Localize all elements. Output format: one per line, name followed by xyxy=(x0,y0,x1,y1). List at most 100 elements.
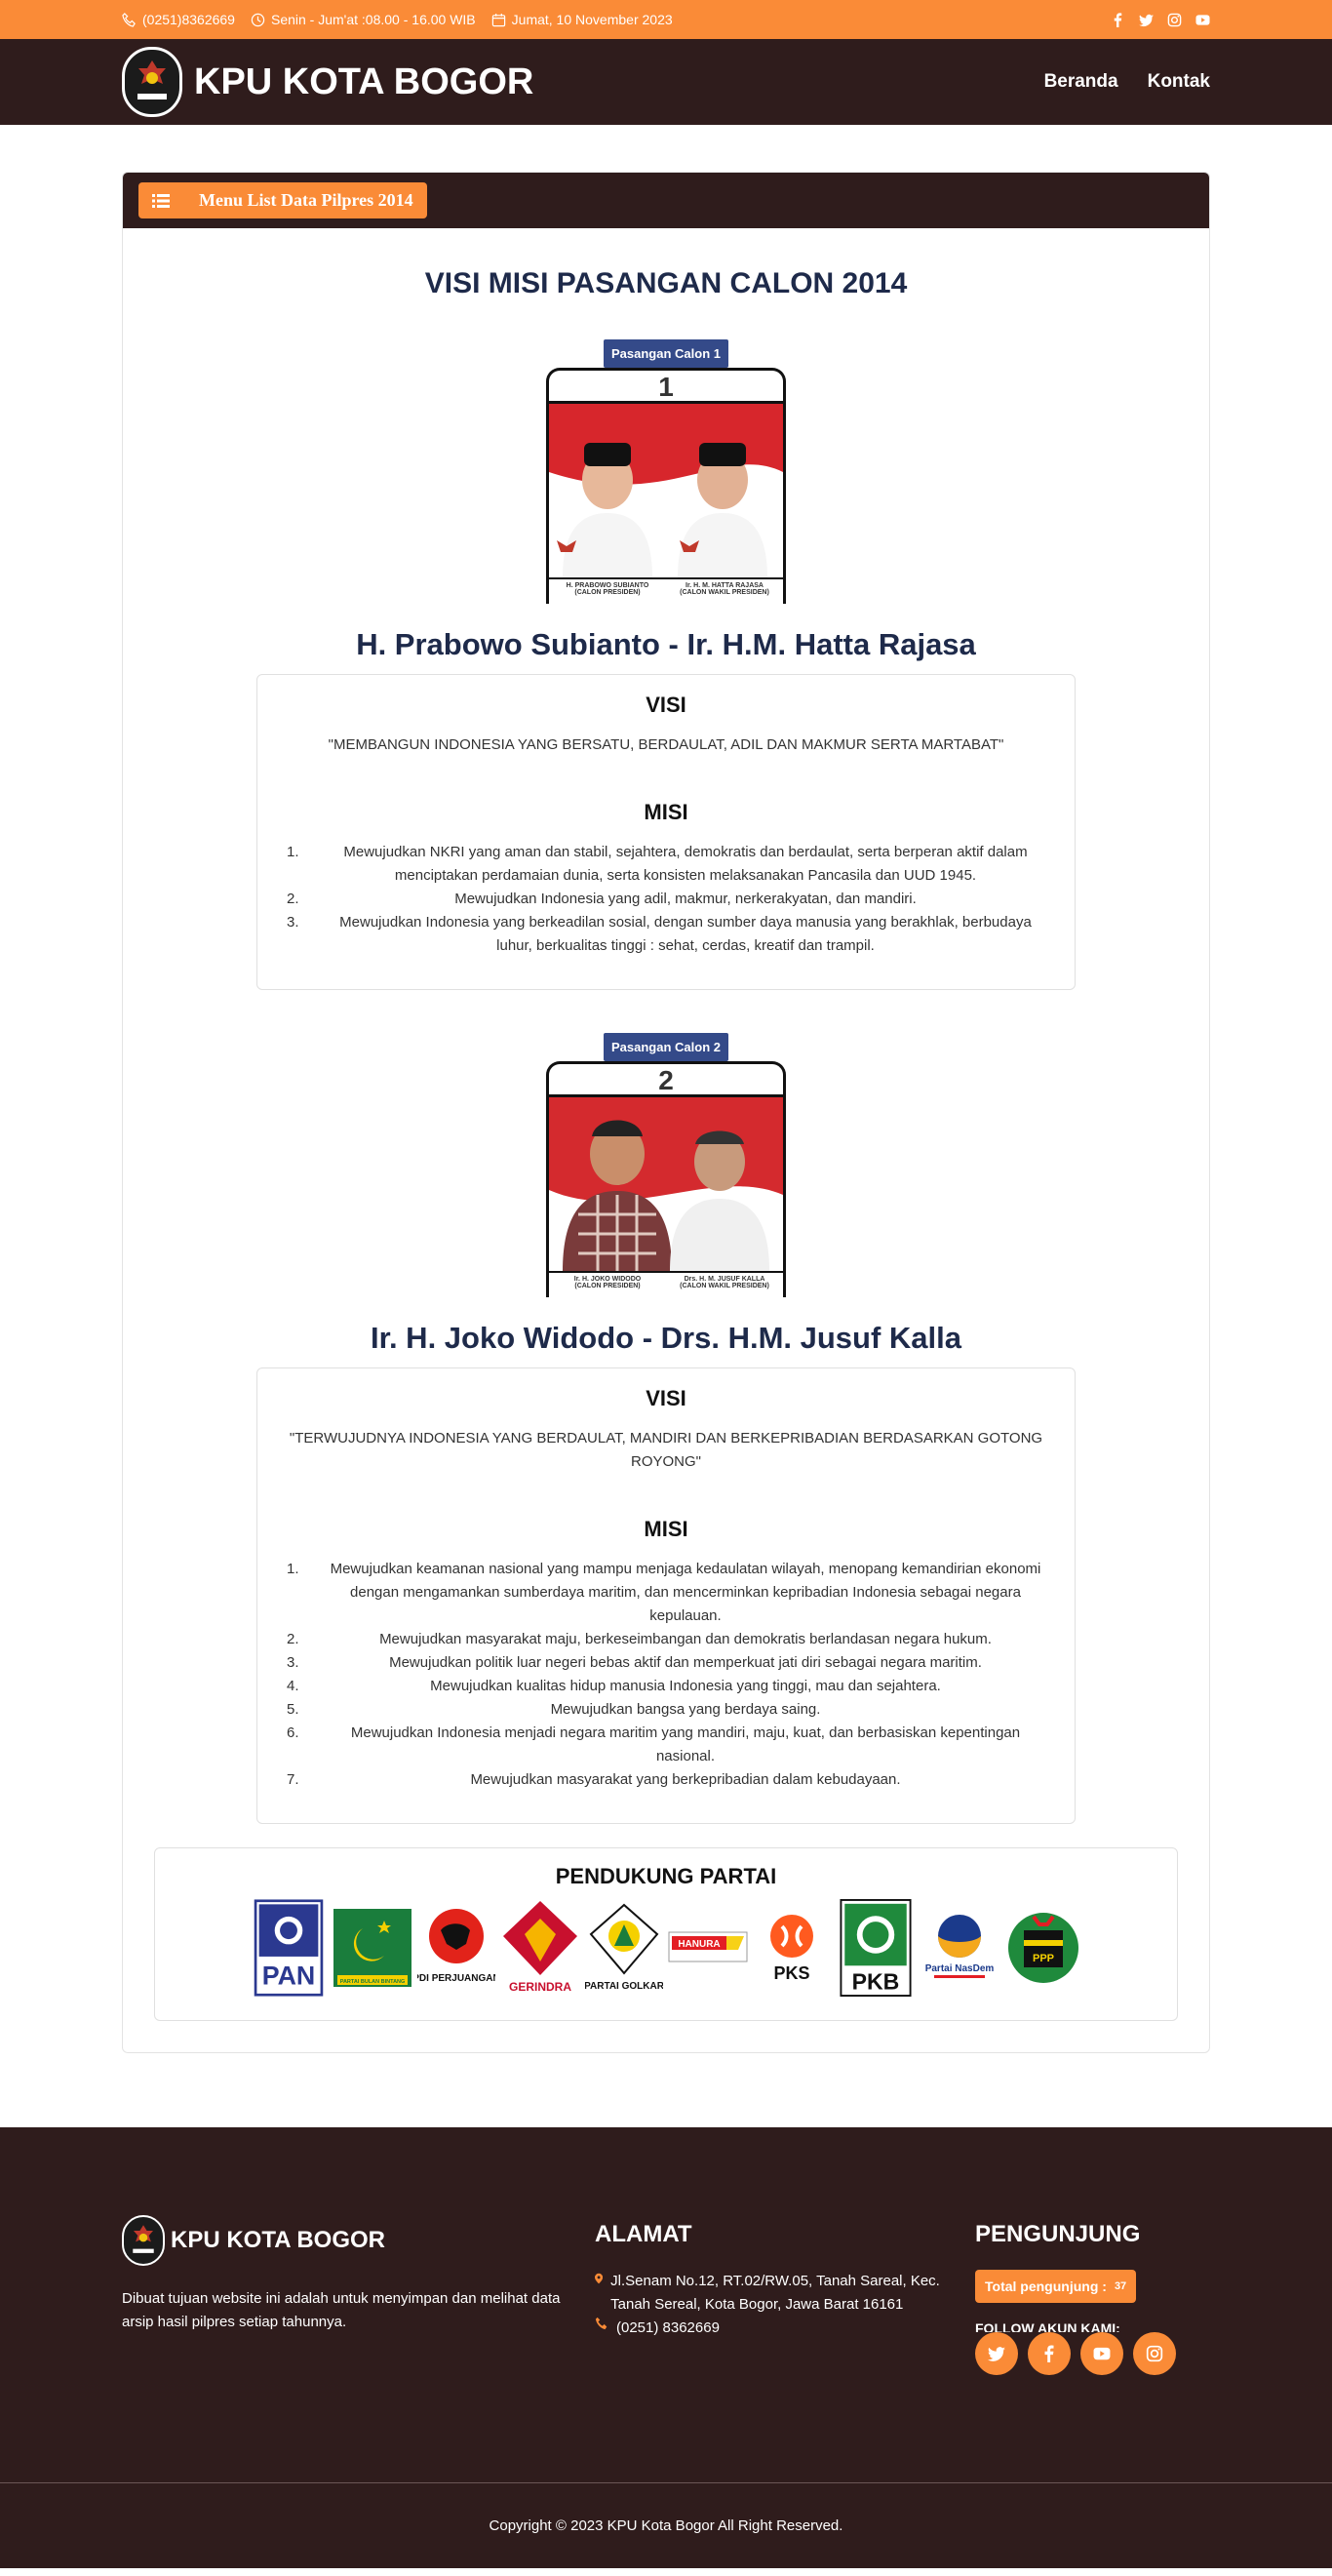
instagram-icon[interactable] xyxy=(1167,13,1182,27)
footer-brand-name: KPU KOTA BOGOR xyxy=(171,2227,385,2253)
ballot-left-name: Ir. H. JOKO WIDODO xyxy=(573,1276,642,1283)
pan-logo: PAN xyxy=(250,1899,328,1997)
top-bar: (0251)8362669 Senin - Jum'at :08.00 - 16… xyxy=(0,0,1332,39)
party-label: PARTAI GOLKAR xyxy=(585,1981,663,1992)
navbar: KPU KOTA BOGOR Beranda Kontak xyxy=(0,39,1332,125)
party-label: PDI PERJUANGAN xyxy=(417,1973,495,1984)
party-label: PKB xyxy=(852,1968,900,1994)
twitter-icon[interactable] xyxy=(1139,13,1154,27)
ballot-right-sub: (CALON WAKIL PRESIDEN) xyxy=(680,589,769,596)
footer-visitors: PENGUNJUNG Total pengunjung : 37 FOLLOW … xyxy=(975,2215,1210,2375)
content-panel: Menu List Data Pilpres 2014 VISI MISI PA… xyxy=(122,172,1210,2053)
party-label: PKS xyxy=(773,1963,809,1983)
visi-misi-card: VISI "MEMBANGUN INDONESIA YANG BERSATU, … xyxy=(256,674,1076,990)
nav-kontak[interactable]: Kontak xyxy=(1148,71,1210,93)
list-item: 3. Mewujudkan politik luar negeri bebas a… xyxy=(287,1654,982,1671)
pbb-logo: PARTAI BULAN BINTANG xyxy=(333,1899,411,1997)
nav-beranda[interactable]: Beranda xyxy=(1044,71,1118,93)
ballot-left-sub: (CALON PRESIDEN) xyxy=(574,589,641,596)
list-item: 2. Mewujudkan Indonesia yang adil, makmur… xyxy=(287,891,917,907)
footer-about: KPU KOTA BOGOR Dibuat tujuan website ini… xyxy=(122,2215,595,2375)
list-item: 5. Mewujudkan bangsa yang berdaya saing. xyxy=(287,1701,821,1718)
ballot-photo: 2 Ir. H. JOKO WIDODO (CALON PRESIDEN) Dr… xyxy=(546,1061,786,1297)
follow-label: FOLLOW AKUN KAMI: xyxy=(975,2320,1120,2332)
pdip-logo: PDI PERJUANGAN xyxy=(417,1899,495,1997)
party-logos: PAN PARTAI BULAN BINTANG PDI PERJUANGAN … xyxy=(175,1899,1157,1997)
ballot-names: Ir. H. JOKO WIDODO (CALON PRESIDEN) Drs. … xyxy=(549,1271,783,1294)
footer-brand[interactable]: KPU KOTA BOGOR xyxy=(122,2215,595,2266)
candidate-photo xyxy=(549,404,783,577)
panel-header: Menu List Data Pilpres 2014 xyxy=(123,173,1209,228)
party-label: PPP xyxy=(1033,1953,1054,1964)
contact-phone: (0251)8362669 xyxy=(142,12,235,27)
visitor-counter: Total pengunjung : 37 xyxy=(975,2270,1137,2303)
ballot-photo: 1 H. PRABOWO SUBIANTO (CALON PRESIDEN) I… xyxy=(546,368,786,604)
candidate-badge: Pasangan Calon 1 xyxy=(604,339,728,368)
candidate-photo xyxy=(549,1097,783,1271)
ballot-number: 1 xyxy=(549,371,783,404)
facebook-icon[interactable] xyxy=(1028,2332,1071,2375)
hanura-logo: HANURA xyxy=(668,1899,748,1997)
list-item: 7. Mewujudkan masyarakat yang berkepribad… xyxy=(287,1771,901,1788)
visitor-title: PENGUNJUNG xyxy=(975,2221,1141,2247)
panel-body: VISI MISI PASANGAN CALON 2014 Pasangan C… xyxy=(123,228,1209,2052)
address-title: ALAMAT xyxy=(595,2221,692,2247)
list-item: 1. Mewujudkan keamanan nasional yang mamp… xyxy=(287,1561,1041,1624)
location-pin-icon xyxy=(595,2273,604,2284)
pkb-logo: PKB xyxy=(837,1899,915,1997)
footer: KPU KOTA BOGOR Dibuat tujuan website ini… xyxy=(0,2127,1332,2568)
party-label: HANURA xyxy=(678,1939,720,1950)
ballot-right-sub: (CALON WAKIL PRESIDEN) xyxy=(680,1283,769,1289)
visi-misi-card: VISI "TERWUJUDNYA INDONESIA YANG BERDAUL… xyxy=(256,1367,1076,1824)
phone-icon xyxy=(122,12,136,27)
visi-text: "MEMBANGUN INDONESIA YANG BERSATU, BERDA… xyxy=(328,736,1004,753)
ballot-right-name: Drs. H. M. JUSUF KALLA xyxy=(684,1276,765,1283)
list-item: 2. Mewujudkan masyarakat maju, berkeseimb… xyxy=(287,1631,992,1647)
misi-heading: MISI xyxy=(644,1517,688,1541)
footer-socials xyxy=(975,2332,1210,2375)
instagram-icon[interactable] xyxy=(1133,2332,1176,2375)
misi-list: 1. Mewujudkan keamanan nasional yang mamp… xyxy=(287,1558,1045,1792)
page-title: VISI MISI PASANGAN CALON 2014 xyxy=(424,267,908,299)
nasdem-logo: Partai NasDem xyxy=(921,1899,999,1997)
golkar-logo: PARTAI GOLKAR xyxy=(585,1899,663,1997)
list-item: 1. Mewujudkan NKRI yang aman dan stabil, … xyxy=(287,844,1028,884)
footer-address: ALAMAT Jl.Senam No.12, RT.02/RW.05, Tana… xyxy=(595,2215,975,2375)
address-text: Jl.Senam No.12, RT.02/RW.05, Tanah Sarea… xyxy=(610,2273,940,2313)
misi-heading: MISI xyxy=(644,800,688,824)
party-label: Partai NasDem xyxy=(925,1963,995,1974)
footer-description: Dibuat tujuan website ini adalah untuk m… xyxy=(122,2290,561,2330)
footer-phone: (0251) 8362669 xyxy=(616,2319,720,2336)
candidate-1: Pasangan Calon 1 1 H. PRABOWO SUBIANTO (… xyxy=(154,339,1178,990)
twitter-icon[interactable] xyxy=(975,2332,1018,2375)
kpu-logo xyxy=(122,47,182,117)
misi-list: 1. Mewujudkan NKRI yang aman dan stabil, … xyxy=(287,841,1045,958)
copyright-bar: Copyright © 2023 KPU Kota Bogor All Righ… xyxy=(0,2482,1332,2568)
visi-heading: VISI xyxy=(646,693,686,717)
party-label: PARTAI BULAN BINTANG xyxy=(340,1979,406,1985)
kpu-logo xyxy=(122,2215,165,2266)
calendar-icon xyxy=(491,13,505,26)
office-hours: Senin - Jum'at :08.00 - 16.00 WIB xyxy=(270,12,476,27)
candidate-badge: Pasangan Calon 2 xyxy=(604,1033,728,1061)
youtube-icon[interactable] xyxy=(1080,2332,1123,2375)
list-icon xyxy=(152,193,170,208)
candidate-name: H. Prabowo Subianto - Ir. H.M. Hatta Raj… xyxy=(356,627,976,661)
brand-name: KPU KOTA BOGOR xyxy=(194,60,534,102)
visi-heading: VISI xyxy=(646,1386,686,1410)
candidate-2: Pasangan Calon 2 2 Ir. H. JOKO WIDODO (C… xyxy=(154,1033,1178,1824)
ballot-names: H. PRABOWO SUBIANTO (CALON PRESIDEN) Ir. … xyxy=(549,577,783,601)
facebook-icon[interactable] xyxy=(1111,12,1125,27)
ppp-logo: PPP xyxy=(1004,1899,1082,1997)
site-brand[interactable]: KPU KOTA BOGOR xyxy=(122,47,533,117)
current-date: Jumat, 10 November 2023 xyxy=(511,12,673,27)
menu-list-button[interactable]: Menu List Data Pilpres 2014 xyxy=(138,182,427,218)
menu-list-label: Menu List Data Pilpres 2014 xyxy=(199,190,413,210)
list-item: 6. Mewujudkan Indonesia menjadi negara ma… xyxy=(287,1724,1021,1764)
copyright-text: Copyright © 2023 KPU Kota Bogor All Righ… xyxy=(489,2517,843,2534)
youtube-icon[interactable] xyxy=(1195,13,1210,27)
ballot-left-name: H. PRABOWO SUBIANTO xyxy=(566,582,649,589)
party-label: PAN xyxy=(262,1962,316,1991)
pks-logo: PKS xyxy=(753,1899,831,1997)
clock-icon xyxy=(251,13,265,26)
